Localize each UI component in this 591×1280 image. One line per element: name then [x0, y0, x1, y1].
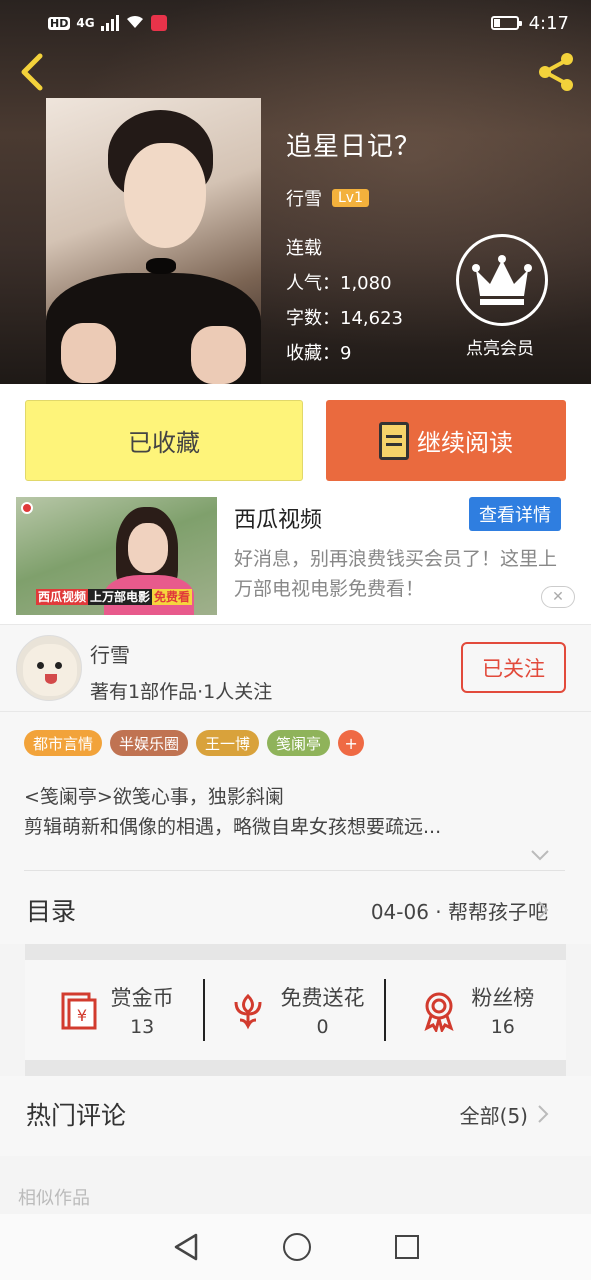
vip-button[interactable]: 点亮会员 — [456, 234, 548, 359]
author-avatar[interactable] — [16, 635, 82, 701]
author-name[interactable]: 行雪 — [90, 639, 130, 668]
nav-back-icon[interactable] — [172, 1232, 200, 1262]
divider — [24, 870, 565, 871]
book-cover-image[interactable] — [46, 98, 261, 384]
comments-title: 热门评论 — [26, 1101, 127, 1130]
tag-list: 都市言情 半娱乐圈 王一博 笺阑亭 + — [24, 730, 365, 756]
ad-description: 好消息，别再浪费钱买会员了！这里上万部电视电影免费看！ — [234, 548, 558, 600]
tag-chip[interactable]: 笺阑亭 — [267, 730, 331, 756]
hd-icon: HD — [48, 16, 71, 30]
book-header: HD 4G 4:17 追星日记？ 行雪 Lv1 连载 人气：1,080 字数：1… — [0, 0, 591, 384]
similar-works-title: 相似作品 — [18, 1188, 90, 1209]
crown-icon — [456, 234, 548, 326]
medal-icon — [424, 992, 454, 1032]
advertisement[interactable]: 西瓜视频 上万部电影 免费看 西瓜视频 查看详情 好消息，别再浪费钱买会员了！这里上… — [0, 494, 591, 624]
ad-detail-button[interactable]: 查看详情 — [469, 497, 561, 531]
network-label: 4G — [76, 16, 95, 30]
tag-chip[interactable]: 都市言情 — [24, 730, 103, 756]
book-icon — [379, 421, 409, 460]
book-title: 追星日记？ — [286, 132, 422, 162]
stat-label: 粉丝榜 — [471, 986, 535, 1010]
ad-title: 西瓜视频 — [234, 508, 323, 533]
signal-icon — [100, 15, 119, 31]
stat-value: 16 — [490, 1016, 515, 1038]
nav-home-icon[interactable] — [283, 1233, 312, 1261]
favorited-button[interactable]: 已收藏 — [25, 400, 303, 481]
book-author[interactable]: 行雪 — [286, 185, 322, 211]
book-info: 追星日记？ 行雪 Lv1 连载 人气：1,080 字数：14,623 收藏：9 — [286, 126, 421, 371]
section-divider — [25, 944, 566, 960]
following-button[interactable]: 已关注 — [461, 642, 566, 693]
chevron-right-icon — [537, 900, 549, 920]
fan-ranking-button[interactable]: 粉丝榜 16 — [386, 960, 566, 1060]
vip-label: 点亮会员 — [466, 339, 534, 359]
reward-coins-button[interactable]: ¥ 赏金币 13 — [25, 960, 206, 1060]
battery-icon — [490, 16, 522, 30]
action-bar: 已收藏 继续阅读 — [0, 384, 591, 494]
interaction-stats: ¥ 赏金币 13 免费送花 0 粉丝榜 16 — [25, 960, 566, 1060]
share-icon[interactable] — [535, 50, 579, 94]
table-of-contents-row[interactable]: 目录 04-06 · 帮帮孩子吧 — [0, 872, 591, 944]
book-status: 连载 — [286, 238, 322, 259]
tag-chip[interactable]: 王一博 — [196, 730, 260, 756]
back-icon[interactable] — [14, 52, 50, 92]
status-bar: HD 4G 4:17 — [0, 0, 591, 46]
clock: 4:17 — [528, 12, 569, 34]
ad-image-caption: 西瓜视频 上万部电影 免费看 — [36, 589, 193, 605]
stat-label: 免费送花 — [280, 986, 365, 1010]
flower-icon — [234, 993, 262, 1030]
section-divider — [25, 1060, 566, 1076]
stat-value: 0 — [316, 1016, 329, 1038]
svg-text:¥: ¥ — [77, 1006, 87, 1025]
tag-chip[interactable]: 半娱乐圈 — [110, 730, 189, 756]
stat-value: 13 — [130, 1016, 155, 1038]
chevron-right-icon — [537, 1104, 549, 1124]
free-flower-button[interactable]: 免费送花 0 — [205, 960, 386, 1060]
nav-recent-apps-icon[interactable] — [395, 1235, 420, 1259]
ad-close-icon[interactable]: ✕ — [541, 586, 575, 608]
red-envelope-icon: ¥ — [61, 992, 97, 1030]
ad-logo-icon — [21, 502, 33, 514]
stat-label: 赏金币 — [110, 986, 174, 1010]
chevron-down-icon[interactable] — [530, 846, 550, 861]
system-navigation-bar — [0, 1214, 591, 1280]
wifi-icon — [125, 13, 145, 34]
all-comments-link[interactable]: 全部(5) — [460, 1100, 528, 1129]
calendar-notification-icon — [150, 15, 167, 31]
continue-reading-button[interactable]: 继续阅读 — [326, 400, 566, 481]
add-tag-icon[interactable]: + — [338, 730, 365, 756]
book-favorites: 收藏：9 — [286, 343, 352, 364]
tags-and-description: 都市言情 半娱乐圈 王一博 笺阑亭 + <笺阑亭>欲笺心事，独影斜阑 剪辑萌新和偶像的相… — [0, 712, 591, 872]
toc-title: 目录 — [26, 897, 77, 926]
book-word-count: 字数：14,623 — [286, 308, 403, 329]
author-level-badge: Lv1 — [332, 189, 369, 207]
book-popularity: 人气：1,080 — [286, 273, 392, 294]
latest-chapter: 04-06 · 帮帮孩子吧 — [370, 900, 548, 924]
hot-comments-row[interactable]: 热门评论 全部(5) — [0, 1076, 591, 1156]
book-description[interactable]: <笺阑亭>欲笺心事，独影斜阑 剪辑萌新和偶像的相遇，略微自卑女孩想要疏远... — [24, 782, 564, 842]
ad-image[interactable]: 西瓜视频 上万部电影 免费看 — [16, 497, 217, 615]
author-section: 行雪 著有1部作品·1人关注 已关注 — [0, 624, 591, 712]
author-stats: 著有1部作品·1人关注 — [90, 681, 273, 703]
